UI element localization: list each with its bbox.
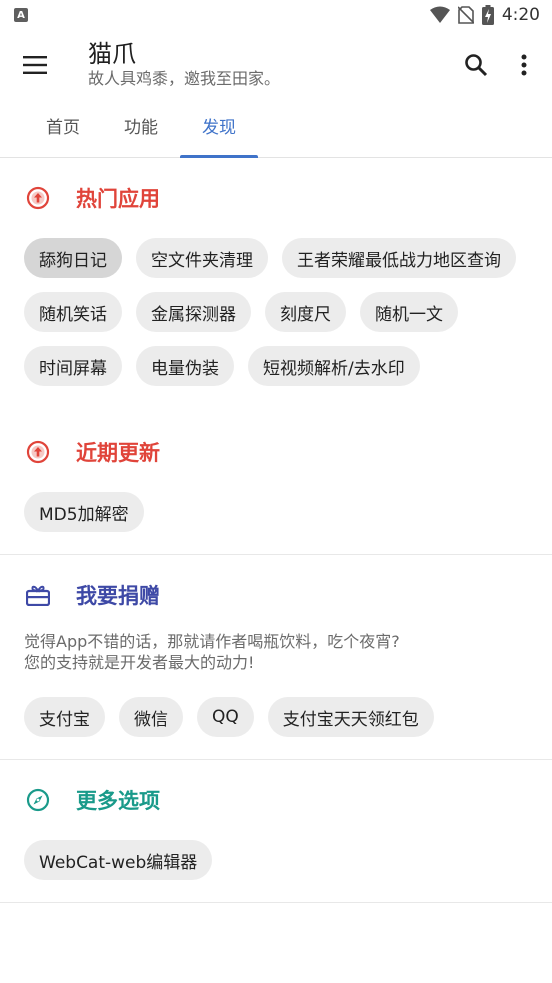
compass-icon [24, 786, 52, 814]
section-title-more: 更多选项 [76, 789, 160, 813]
tab-bar: 首页 功能 发现 [0, 100, 552, 158]
chip-empty-folder-cleaner[interactable]: 空文件夹清理 [136, 238, 268, 278]
chip-random-joke[interactable]: 随机笑话 [24, 292, 122, 332]
chip-alipay[interactable]: 支付宝 [24, 697, 105, 737]
chip-group-hot: 舔狗日记 空文件夹清理 王者荣耀最低战力地区查询 随机笑话 金属探测器 刻度尺 … [24, 238, 528, 408]
search-icon [465, 54, 488, 77]
more-vert-icon [521, 54, 527, 76]
app-title: 猫爪 [88, 40, 136, 68]
wifi-icon [429, 6, 450, 23]
chip-ruler[interactable]: 刻度尺 [265, 292, 346, 332]
chip-honor-of-kings-query[interactable]: 王者荣耀最低战力地区查询 [282, 238, 516, 278]
app-bar: 猫爪 故人具鸡黍，邀我至田家。 [0, 30, 552, 100]
tab-features[interactable]: 功能 [102, 100, 180, 157]
section-hot-apps: 热门应用 舔狗日记 空文件夹清理 王者荣耀最低战力地区查询 随机笑话 金属探测器… [0, 158, 552, 408]
chip-md5[interactable]: MD5加解密 [24, 492, 144, 532]
donate-description: 觉得App不错的话，那就请作者喝瓶饮料，吃个夜宵? 您的支持就是开发者最大的动力… [24, 631, 528, 673]
chip-group-more: WebCat-web编辑器 [24, 840, 528, 902]
chip-group-donate: 支付宝 微信 QQ 支付宝天天领红包 [24, 697, 528, 759]
chip-battery-fake[interactable]: 电量伪装 [136, 346, 234, 386]
chip-group-recent: MD5加解密 [24, 492, 528, 554]
chip-lick-dog-diary[interactable]: 舔狗日记 [24, 238, 122, 278]
chip-random-article[interactable]: 随机一文 [360, 292, 458, 332]
app-subtitle: 故人具鸡黍，邀我至田家。 [88, 69, 281, 88]
battery-charging-icon [481, 5, 494, 25]
tab-discover[interactable]: 发现 [180, 100, 258, 158]
chip-alipay-red-packet[interactable]: 支付宝天天领红包 [267, 697, 434, 737]
chip-time-screen[interactable]: 时间屏幕 [24, 346, 122, 386]
donate-desc-line-2: 您的支持就是开发者最大的动力! [24, 653, 255, 672]
section-title-hot: 热门应用 [76, 187, 160, 211]
menu-button[interactable] [0, 30, 70, 100]
title-block: 猫爪 故人具鸡黍，邀我至田家。 [70, 40, 452, 90]
clock: 4:20 [501, 5, 540, 25]
trending-up-icon [24, 184, 52, 212]
section-title-recent: 近期更新 [76, 441, 160, 465]
section-recent-updates: 近期更新 MD5加解密 [0, 408, 552, 555]
notification-a-icon: A [14, 8, 28, 22]
chip-webcat-editor[interactable]: WebCat-web编辑器 [24, 840, 213, 880]
section-more-options: 更多选项 WebCat-web编辑器 [0, 760, 552, 903]
chip-wechat[interactable]: 微信 [119, 697, 183, 737]
overflow-menu-button[interactable] [500, 41, 548, 89]
chip-video-parse[interactable]: 短视频解析/去水印 [248, 346, 420, 386]
hamburger-icon [23, 56, 47, 74]
status-bar: A 4:20 [0, 0, 552, 30]
gift-card-icon [24, 581, 52, 609]
donate-desc-line-1: 觉得App不错的话，那就请作者喝瓶饮料，吃个夜宵? [24, 632, 400, 651]
update-up-icon [24, 438, 52, 466]
chip-metal-detector[interactable]: 金属探测器 [136, 292, 251, 332]
section-donate: 我要捐赠 觉得App不错的话，那就请作者喝瓶饮料，吃个夜宵? 您的支持就是开发者… [0, 555, 552, 760]
section-title-donate: 我要捐赠 [76, 584, 160, 608]
tab-home[interactable]: 首页 [24, 100, 102, 157]
chip-qq[interactable]: QQ [197, 697, 254, 737]
search-button[interactable] [452, 41, 500, 89]
no-sim-icon [457, 6, 474, 24]
